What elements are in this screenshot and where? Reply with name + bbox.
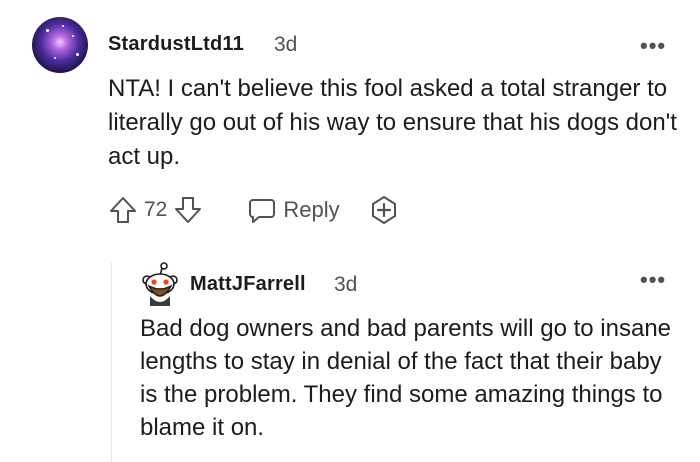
comment-actions: 72 Reply [108,194,400,226]
reply-timestamp: 3d [334,273,358,296]
comment-timestamp: 3d [274,33,298,56]
comment-username[interactable]: StardustLtd11 [108,33,244,56]
reply-user-avatar[interactable] [140,262,180,306]
more-options-button[interactable]: ••• [640,33,666,59]
speech-bubble-icon [247,195,277,225]
comment-body: NTA! I can't believe this fool asked a t… [108,75,677,170]
reply-username[interactable]: MattJFarrell [190,273,306,296]
reply-body: Bad dog owners and bad parents will go t… [140,315,672,441]
reply-button[interactable]: Reply [247,195,340,225]
vote-count: 72 [144,198,168,221]
reply-label: Reply [283,197,340,222]
plus-badge-icon[interactable] [368,194,400,226]
reply-more-options-button[interactable]: ••• [640,267,666,293]
upvote-arrow-icon[interactable] [108,195,138,225]
user-avatar[interactable] [32,17,88,73]
downvote-arrow-icon[interactable] [173,195,203,225]
thread-line[interactable] [111,262,112,462]
